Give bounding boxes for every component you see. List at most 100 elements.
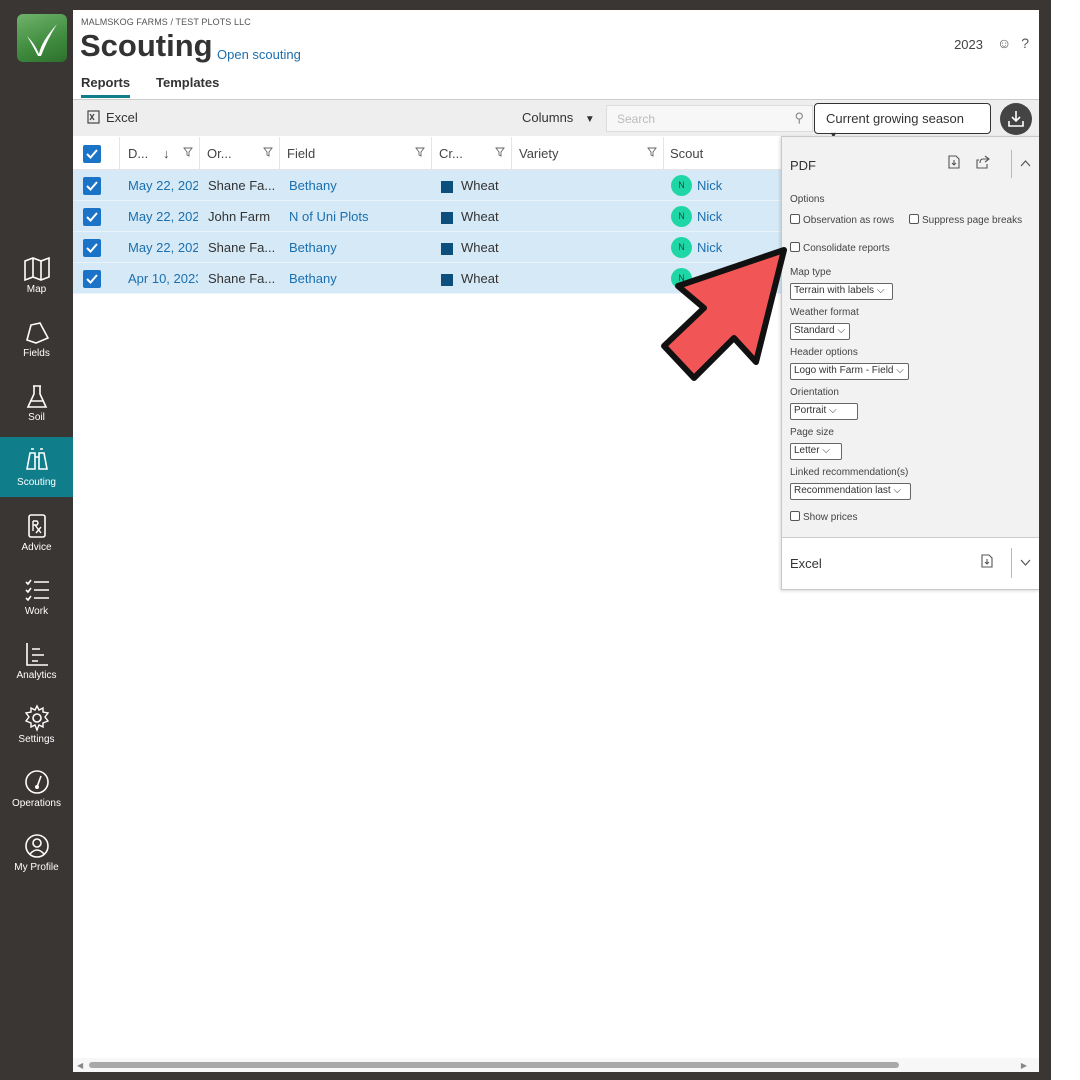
orientation-select[interactable]: Portrait ⌵	[790, 403, 858, 420]
open-scouting-link[interactable]: Open scouting	[217, 47, 301, 62]
filter-icon[interactable]	[495, 147, 505, 157]
excel-export-button[interactable]: Excel	[87, 110, 138, 125]
cell-scout[interactable]: Nick	[697, 209, 722, 224]
profile-icon	[24, 834, 49, 858]
sidebar: Map Fields Soil Scouting Advice Work Ana…	[0, 0, 73, 1080]
column-separator	[119, 137, 120, 170]
cell-date[interactable]: May 22, 202	[128, 240, 198, 255]
column-header-variety[interactable]: Variety	[519, 146, 559, 161]
gauge-icon	[24, 770, 49, 794]
tab-templates[interactable]: Templates	[156, 75, 219, 90]
suppress-breaks-checkbox[interactable]: Suppress page breaks	[909, 214, 1022, 226]
sidebar-item-work[interactable]: Work	[0, 572, 73, 632]
scroll-right-icon[interactable]: ▶	[1021, 1061, 1027, 1070]
caret-down-icon: ▼	[584, 114, 595, 125]
sidebar-item-settings[interactable]: Settings	[0, 700, 73, 760]
avatar: N	[671, 175, 692, 196]
season-dropdown[interactable]: Current growing season ▼	[814, 103, 991, 140]
binoculars-icon	[25, 448, 48, 470]
share-icon[interactable]	[976, 155, 990, 169]
linked-recommendation-select[interactable]: Recommendation last ⌵	[790, 483, 911, 500]
column-header-date[interactable]: D...	[128, 146, 148, 161]
sidebar-item-scouting[interactable]: Scouting	[0, 437, 73, 497]
cell-date[interactable]: Apr 10, 2023	[128, 271, 198, 286]
page-title: Scouting	[80, 28, 213, 63]
crop-color-swatch	[441, 181, 453, 193]
page-header: MALMSKOG FARMS / TEST PLOTS LLC Scouting…	[73, 10, 1039, 98]
horizontal-scrollbar[interactable]: ◀ ▶	[73, 1058, 1039, 1072]
sidebar-item-soil[interactable]: Soil	[0, 380, 73, 440]
row-checkbox[interactable]	[83, 177, 101, 195]
page-size-label: Page size	[790, 427, 834, 438]
header-options-select[interactable]: Logo with Farm - Field ⌵	[790, 363, 909, 380]
excel-section-title: Excel	[790, 556, 822, 571]
column-header-scout[interactable]: Scout	[670, 146, 703, 161]
tab-reports[interactable]: Reports	[81, 75, 131, 98]
sidebar-item-map[interactable]: Map	[0, 252, 73, 312]
show-prices-checkbox[interactable]: Show prices	[790, 511, 857, 523]
year-selector[interactable]: 2023	[954, 37, 983, 52]
pdf-section-header[interactable]: PDF	[782, 137, 1039, 191]
scroll-left-icon[interactable]: ◀	[77, 1061, 83, 1070]
breadcrumb[interactable]: MALMSKOG FARMS / TEST PLOTS LLC	[81, 17, 251, 27]
sidebar-item-my-profile[interactable]: My Profile	[0, 828, 73, 888]
cell-field[interactable]: Bethany	[289, 271, 429, 286]
select-all-checkbox[interactable]	[83, 145, 101, 163]
filter-icon[interactable]	[263, 147, 273, 157]
filter-icon[interactable]	[415, 147, 425, 157]
download-button[interactable]	[1000, 103, 1032, 135]
chevron-down-icon[interactable]	[1020, 559, 1031, 566]
cell-date[interactable]: May 22, 202	[128, 178, 198, 193]
file-download-icon[interactable]	[981, 554, 993, 568]
cell-field[interactable]: Bethany	[289, 240, 429, 255]
sort-desc-icon[interactable]: ↓	[163, 146, 170, 161]
map-type-select[interactable]: Terrain with labels ⌵	[790, 283, 893, 300]
cell-org: Shane Fa...	[208, 178, 276, 193]
consolidate-reports-checkbox[interactable]: Consolidate reports	[790, 242, 890, 254]
check-icon	[86, 149, 98, 159]
cell-crop: Wheat	[461, 209, 499, 224]
page-size-select[interactable]: Letter ⌵	[790, 443, 842, 460]
page-size-value: Letter	[794, 445, 820, 456]
row-checkbox[interactable]	[83, 270, 101, 288]
scrollbar-thumb[interactable]	[89, 1062, 899, 1068]
sidebar-item-fields[interactable]: Fields	[0, 316, 73, 376]
row-checkbox[interactable]	[83, 239, 101, 257]
sidebar-item-analytics[interactable]: Analytics	[0, 636, 73, 696]
gear-icon	[24, 704, 49, 732]
help-icon[interactable]: ?	[1021, 35, 1029, 51]
prescription-icon	[27, 514, 46, 538]
cell-field[interactable]: N of Uni Plots	[289, 209, 429, 224]
chevron-up-icon[interactable]	[1020, 160, 1031, 167]
sidebar-item-advice[interactable]: Advice	[0, 508, 73, 568]
column-separator	[279, 137, 280, 170]
sidebar-item-label: Fields	[23, 348, 50, 359]
observation-rows-checkbox[interactable]: Observation as rows	[790, 214, 894, 226]
smiley-icon[interactable]: ☺	[997, 35, 1011, 51]
column-separator	[431, 137, 432, 170]
filter-icon[interactable]	[183, 147, 193, 157]
excel-section-header[interactable]: Excel	[782, 537, 1039, 589]
search-input[interactable]: Search ⚲	[606, 105, 813, 132]
filter-icon[interactable]	[647, 147, 657, 157]
checklist-icon	[24, 579, 49, 602]
weather-format-select[interactable]: Standard ⌵	[790, 323, 850, 340]
row-checkbox[interactable]	[83, 208, 101, 226]
cell-scout[interactable]: Nick	[697, 178, 722, 193]
columns-button[interactable]: Columns ▼	[522, 110, 595, 125]
file-download-icon[interactable]	[948, 155, 960, 169]
column-header-field[interactable]: Field	[287, 146, 315, 161]
column-header-org[interactable]: Or...	[207, 146, 232, 161]
orientation-value: Portrait	[794, 405, 827, 416]
column-separator	[511, 137, 512, 170]
cell-date[interactable]: May 22, 202	[128, 209, 198, 224]
sidebar-item-operations[interactable]: Operations	[0, 764, 73, 824]
map-icon	[23, 256, 50, 282]
app-logo[interactable]	[17, 14, 67, 62]
sidebar-item-label: Advice	[21, 542, 52, 553]
column-header-crop[interactable]: Cr...	[439, 146, 463, 161]
cell-field[interactable]: Bethany	[289, 178, 429, 193]
check-icon	[86, 274, 98, 284]
cell-crop: Wheat	[461, 178, 499, 193]
divider	[1011, 548, 1012, 578]
